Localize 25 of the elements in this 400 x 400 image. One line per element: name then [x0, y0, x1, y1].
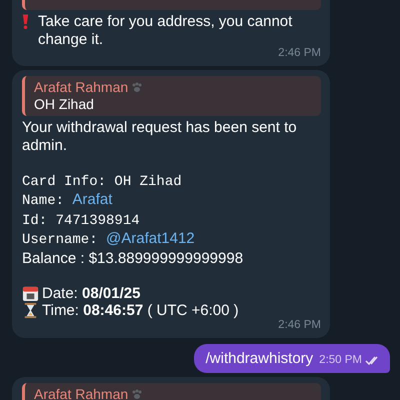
message-time: 2:46 PM — [278, 318, 321, 332]
message-text: Balance : $13.889999999999998 — [22, 250, 244, 266]
message-text: Date: 08/01/25 — [42, 284, 140, 302]
message-text: Id: 7471398914 — [22, 212, 140, 228]
quote-author: Arafat Rahman — [34, 386, 128, 400]
user-link[interactable]: Arafat — [72, 191, 112, 208]
paw-icon — [131, 82, 144, 93]
reply-quote[interactable]: Arafat Rahman OH Zihad — [22, 76, 321, 116]
message-time: 2:46 PM — [278, 47, 321, 60]
reply-quote[interactable]: Arafat Rahman — [22, 383, 321, 400]
quote-author: Arafat Rahman — [34, 79, 128, 96]
message-text: Card Info: OH Zihad — [22, 174, 182, 190]
message-text: /withdrawhistory — [206, 350, 314, 368]
message-text: Time: 08:46:57 ( UTC +6:00 ) — [42, 302, 239, 319]
calendar-icon — [22, 284, 39, 302]
message-text: Your withdrawal request has been sent to admin. — [22, 119, 297, 154]
hourglass-icon — [22, 302, 39, 319]
quote-text: OH Zihad — [34, 96, 95, 113]
message-text: Username: — [22, 232, 99, 248]
message-time: 2:50 PM — [319, 354, 362, 367]
message-text: Take care for you address, you cannot change it. — [38, 13, 292, 48]
paw-icon — [131, 389, 144, 400]
user-link[interactable]: @Arafat1412 — [106, 230, 195, 247]
message-text: Name: — [22, 193, 66, 209]
exclamation-icon — [22, 13, 29, 30]
